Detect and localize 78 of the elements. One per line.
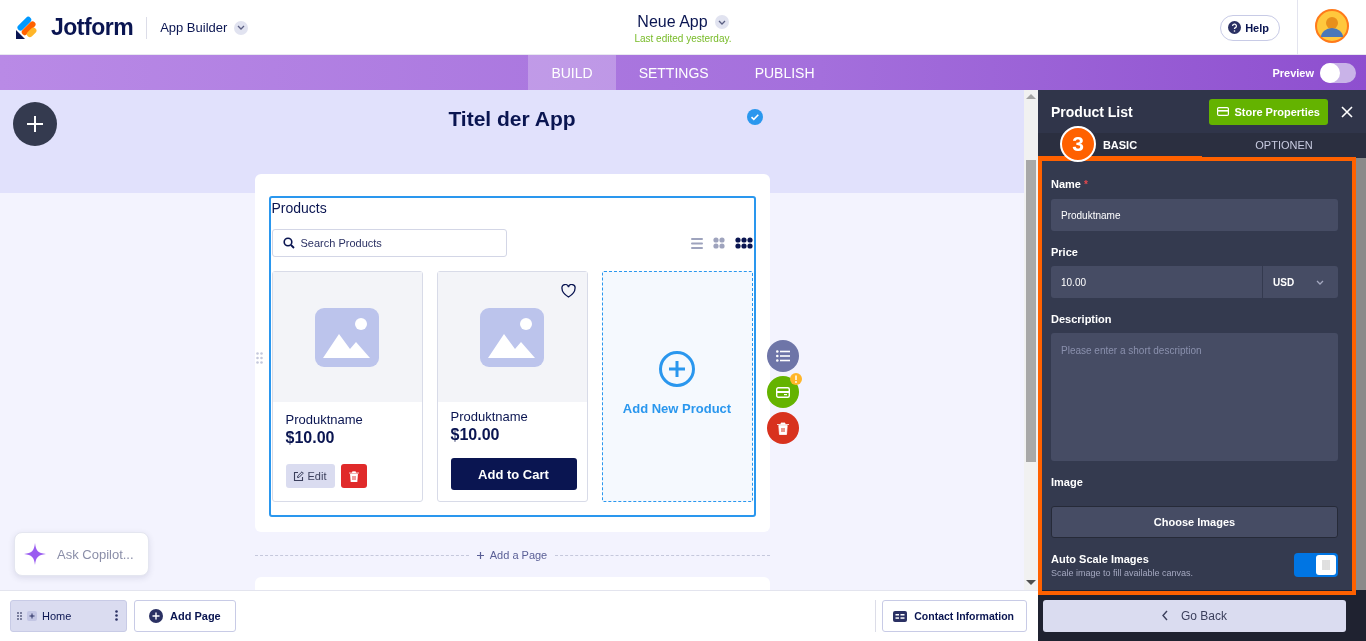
more-icon (115, 609, 118, 621)
avatar-icon[interactable] (1315, 8, 1349, 43)
store-properties-button[interactable] (767, 376, 799, 408)
app-title[interactable]: Titel der App (448, 106, 576, 131)
dropdown-button[interactable] (234, 20, 249, 35)
page-tab[interactable]: Home (10, 600, 127, 632)
choose-images-button[interactable]: Choose Images (1051, 506, 1338, 538)
panel-tab[interactable]: OPTIONEN (1202, 133, 1366, 158)
chevron-down-icon (717, 19, 726, 25)
preview-toggle[interactable] (1320, 62, 1356, 83)
auto-scale-toggle[interactable] (1294, 553, 1338, 577)
currency-dropdown[interactable]: USD (1263, 266, 1338, 298)
trash-icon (777, 421, 789, 435)
trash-icon (349, 470, 360, 482)
add-to-cart-button[interactable]: Add to Cart (450, 458, 577, 490)
grip-icon (1322, 559, 1330, 571)
add-page-button[interactable]: Add Page (134, 600, 236, 632)
field-label: Description (1051, 312, 1113, 326)
price-field[interactable]: 10.00 (1051, 266, 1262, 298)
card-icon (776, 386, 790, 398)
list-properties-button[interactable] (767, 340, 799, 372)
search-icon (282, 237, 295, 249)
go-back-button[interactable]: Go Back (1043, 599, 1346, 632)
field-hint: Scale image to fill available canvas. (1051, 568, 1194, 578)
contact-information-button[interactable]: Contact Information (882, 600, 1027, 632)
field-label: Name * (1051, 177, 1089, 192)
card-icon (1217, 107, 1230, 116)
plus-icon (27, 116, 43, 132)
plus-circle-icon (659, 350, 695, 387)
search-field[interactable]: Search Products (271, 229, 507, 257)
warning-badge-icon (790, 373, 802, 385)
panel-title: Product List (1051, 103, 1133, 120)
dropdown-button[interactable] (714, 15, 729, 29)
name-field[interactable]: Produktname (1051, 199, 1338, 231)
widget-title: Products (271, 199, 328, 216)
field-label: Auto Scale Images (1051, 552, 1150, 566)
app-name: Neue App (637, 13, 708, 31)
delete-element-button[interactable] (767, 412, 799, 444)
product-name: Produktname (450, 409, 529, 425)
add-a-page-link[interactable]: Add a Page (476, 549, 548, 561)
drag-handle-icon[interactable] (256, 352, 263, 364)
plus-circle-icon (149, 609, 163, 623)
product-price: $10.00 (285, 428, 336, 448)
edit-icon (292, 470, 304, 482)
check-circle-icon (746, 108, 763, 125)
description-field[interactable]: Please enter a short description (1051, 333, 1338, 461)
logo-wordmark: Jotform (51, 14, 134, 41)
image-placeholder-icon (480, 307, 544, 367)
edit-button[interactable]: Edit (285, 464, 336, 488)
contact-card-icon (893, 610, 908, 622)
copilot-field[interactable]: Ask Copilot... (14, 532, 149, 576)
required-mark: * (1083, 179, 1088, 190)
page-plus-icon (27, 611, 37, 621)
product-name: App Builder (160, 20, 228, 35)
scrollbar[interactable] (1356, 158, 1366, 590)
drag-handle-icon (17, 612, 22, 620)
delete-button[interactable] (341, 464, 368, 488)
last-edited-text: Last edited yesterday. (634, 33, 732, 44)
list-icon (776, 350, 790, 362)
chevron-down-icon (237, 25, 246, 30)
preview-label: Preview (1272, 66, 1314, 79)
plus-icon (476, 551, 484, 559)
product-price: $10.00 (450, 425, 501, 445)
field-label: Image (1051, 475, 1084, 489)
chevron-left-icon (1162, 610, 1168, 621)
heart-icon[interactable] (560, 284, 576, 298)
help-icon (1228, 21, 1242, 34)
chevron-down-icon (1316, 279, 1325, 285)
sparkle-icon (23, 542, 47, 566)
help-button[interactable]: Help (1220, 14, 1280, 41)
logo-icon (16, 15, 39, 40)
product-list-widget[interactable]: Products Search Products Produktname $10.00 Edit Produktname $10.00 Add to Cart Add New Product (268, 196, 756, 517)
close-icon[interactable] (1341, 105, 1353, 118)
field-label: Price (1051, 245, 1079, 259)
product-name: Produktname (285, 412, 364, 428)
nav-tab[interactable]: PUBLISH (731, 55, 838, 90)
add-element-button[interactable] (13, 102, 57, 146)
image-placeholder-icon (315, 307, 379, 367)
